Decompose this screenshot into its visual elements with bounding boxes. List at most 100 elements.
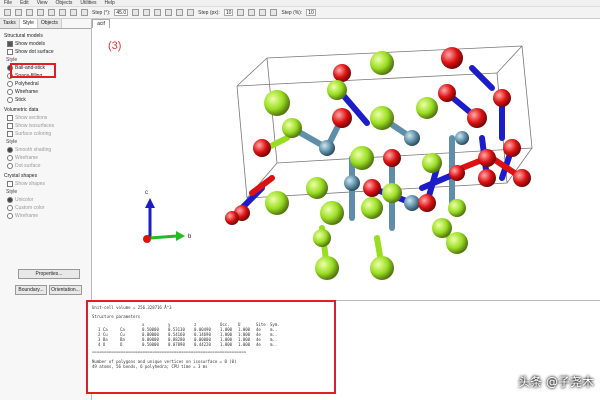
radio-dot-surface[interactable]: Dot surface <box>7 162 91 169</box>
select-icon[interactable] <box>48 9 55 16</box>
crystal-shapes-heading: Crystal shapes <box>4 173 38 179</box>
unit-cell-volume: Unit-cell volume = 256.328716 Å^3 <box>92 305 172 310</box>
polyhedral-label: Polyhedral <box>15 80 39 87</box>
wireframe-label: Wireframe <box>15 88 39 95</box>
table-cell: 1.000 <box>220 342 233 348</box>
tab-style[interactable]: Style <box>19 19 38 28</box>
move-down-icon[interactable] <box>270 9 278 16</box>
watermark: 头条 @子尧木 <box>518 375 594 389</box>
menu-file[interactable]: File <box>4 0 12 6</box>
radio-mark <box>7 88 13 95</box>
move-right-icon[interactable] <box>248 9 256 16</box>
checkbox-mark <box>7 114 13 121</box>
menu-objects[interactable]: Objects <box>55 0 72 6</box>
new-file-icon[interactable] <box>4 9 11 16</box>
menu-view[interactable]: View <box>37 0 48 6</box>
zoom-step-input[interactable]: 10 <box>306 9 316 16</box>
radio-mark <box>7 80 13 87</box>
properties-button[interactable]: Properties... <box>18 269 80 279</box>
menu-bar: File Edit View Objects Utilities Help <box>0 0 600 7</box>
translate-icon[interactable] <box>70 9 77 16</box>
show-sections-checkbox[interactable]: Show sections <box>7 114 91 121</box>
crystal-style-label: Style <box>6 189 18 195</box>
move-up-icon[interactable] <box>259 9 267 16</box>
radio-crystal-wireframe[interactable]: Wireframe <box>7 212 91 219</box>
radio-mark <box>7 162 13 169</box>
checkbox-mark <box>7 130 13 137</box>
rotate-up-icon[interactable] <box>154 9 162 16</box>
tab-tasks[interactable]: Tasks <box>0 19 20 28</box>
zoom-step-label: Step (%): <box>281 9 303 16</box>
orientation-button[interactable]: Orientation... <box>49 285 82 295</box>
show-isosurfaces-label: Show isosurfaces <box>15 122 55 129</box>
radio-unicolor[interactable]: Unicolor <box>7 196 91 203</box>
move-left-icon[interactable] <box>237 9 245 16</box>
axis-triad <box>143 198 185 243</box>
radio-custom-color[interactable]: Custom color <box>7 204 91 211</box>
table-cell: 0.44220 <box>194 342 211 348</box>
stick-label: Stick <box>15 96 26 103</box>
surface-coloring-checkbox[interactable]: Surface coloring <box>7 130 91 137</box>
rotate-down-icon[interactable] <box>165 9 173 16</box>
show-isosurfaces-checkbox[interactable]: Show isosurfaces <box>7 122 91 129</box>
rotate-right-icon[interactable] <box>143 9 151 16</box>
rotate-icon[interactable] <box>59 9 66 16</box>
radio-mark <box>7 204 13 211</box>
unicolor-label: Unicolor <box>15 196 34 203</box>
crystal-structure-view: c b <box>143 45 533 280</box>
zoom-icon[interactable] <box>81 9 88 16</box>
rotate-cw-icon[interactable] <box>176 9 184 16</box>
show-shapes-label: Show shapes <box>15 180 46 187</box>
output-text-box: Unit-cell volume = 256.328716 Å^3 Struct… <box>86 300 336 394</box>
toolbar: Step (°): 45.0 Step (px): 10 Step (%): 1… <box>0 7 600 19</box>
rotate-ccw-icon[interactable] <box>187 9 195 16</box>
radio-stick[interactable]: Stick <box>7 96 91 103</box>
radio-mark <box>7 212 13 219</box>
translate-step-input[interactable]: 10 <box>223 9 234 16</box>
export-icon[interactable] <box>37 9 44 16</box>
save-icon[interactable] <box>26 9 33 16</box>
surface-coloring-label: Surface coloring <box>15 130 52 137</box>
checkbox-mark <box>7 48 13 55</box>
menu-utilities[interactable]: Utilities <box>80 0 96 6</box>
radio-mark <box>7 154 13 161</box>
viewer-tab[interactable]: acif <box>92 19 110 28</box>
radio-vol-wireframe[interactable]: Wireframe <box>7 154 91 161</box>
show-dot-surface-checkbox[interactable]: Show dot surface <box>7 48 91 55</box>
radio-polyhedral[interactable]: Polyhedral <box>7 80 91 87</box>
radio-mark <box>7 96 13 103</box>
volumetric-data-heading: Volumetric data <box>4 107 39 113</box>
table-cell: 0.50000 <box>142 342 159 348</box>
show-sections-label: Show sections <box>15 114 48 121</box>
radio-smooth-shading[interactable]: Smooth shading <box>7 146 91 153</box>
show-dot-surface-label: Show dot surface <box>15 48 54 55</box>
rotate-left-icon[interactable] <box>132 9 140 16</box>
table-cell: O <box>120 342 123 348</box>
structure-viewer[interactable]: c b <box>92 28 600 300</box>
smooth-shading-label: Smooth shading <box>15 146 52 153</box>
menu-help[interactable]: Help <box>105 0 115 6</box>
show-shapes-checkbox[interactable]: Show shapes <box>7 180 91 187</box>
table-cell: 0.07890 <box>168 342 185 348</box>
rotation-step-label: Step (°): <box>92 9 111 16</box>
menu-edit[interactable]: Edit <box>20 0 29 6</box>
rotation-step-input[interactable]: 45.0 <box>114 9 129 16</box>
volumetric-style-label: Style <box>6 139 18 145</box>
vol-wireframe-label: Wireframe <box>15 154 39 161</box>
table-cell: 4 O <box>98 342 106 348</box>
separator-line: ========================================… <box>92 349 247 355</box>
dot-surface-label: Dot surface <box>15 162 41 169</box>
show-models-checkbox[interactable]: Show models <box>7 40 91 47</box>
params-table: x y z Occ. U Site Sym. 1 Ca Ca 0.50000 0.53130 0.0… <box>98 322 330 347</box>
crystal-wireframe-label: Wireframe <box>15 212 39 219</box>
tab-objects[interactable]: Objects <box>37 19 62 28</box>
table-cell: m.. <box>270 342 278 348</box>
open-file-icon[interactable] <box>15 9 22 16</box>
radio-wireframe[interactable]: Wireframe <box>7 88 91 95</box>
table-cell: 1.000 <box>238 342 251 348</box>
boundary-button[interactable]: Boundary... <box>15 285 47 295</box>
structure-params-heading: Structure parameters <box>92 314 141 320</box>
structural-models-heading: Structural models <box>4 33 43 39</box>
checkbox-mark <box>7 180 13 187</box>
checkbox-mark <box>7 122 13 129</box>
